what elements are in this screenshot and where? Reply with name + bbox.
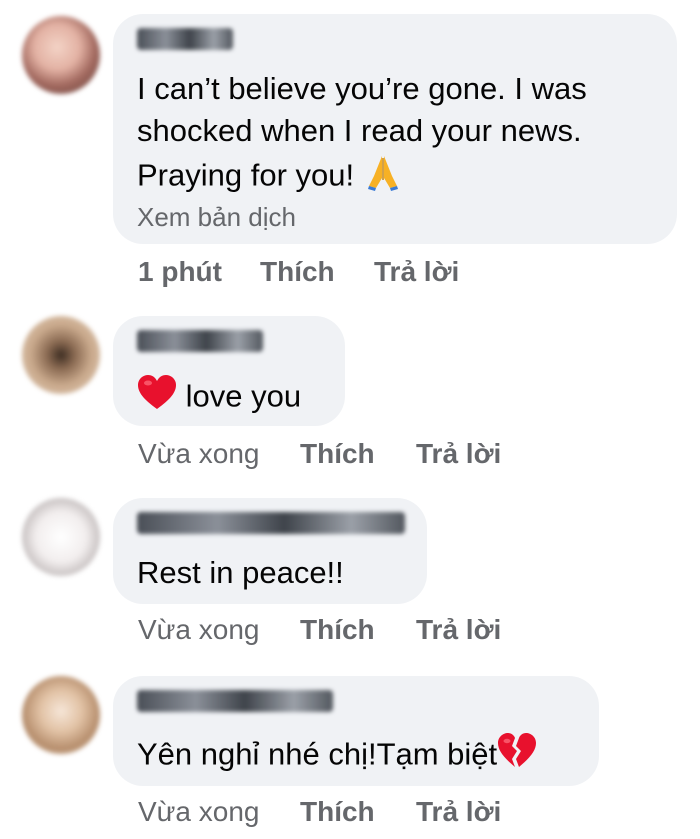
timestamp[interactable]: Vừa xong <box>138 438 260 470</box>
like-button[interactable]: Thích <box>260 256 335 288</box>
avatar[interactable] <box>22 316 100 394</box>
see-translation-link[interactable]: Xem bản dịch <box>137 202 296 233</box>
broken-heart-icon <box>497 732 537 781</box>
comment-text-line: love you <box>137 374 301 423</box>
comment-text-line: shocked when I read your news. <box>137 113 582 148</box>
like-button[interactable]: Thích <box>300 614 375 646</box>
comment-bubble: love you <box>113 316 345 426</box>
author-name-blurred[interactable] <box>137 512 405 534</box>
reply-button[interactable]: Trả lời <box>416 614 501 646</box>
comment-text-fragment: Praying for you! <box>137 157 355 193</box>
comment-bubble: Rest in peace!! <box>113 498 427 604</box>
avatar[interactable] <box>22 16 100 94</box>
timestamp[interactable]: 1 phút <box>138 256 222 288</box>
comment-text-line: Praying for you! <box>137 152 403 203</box>
comment-bubble: Yên nghỉ nhé chị!Tạm biệt <box>113 676 599 786</box>
timestamp[interactable]: Vừa xong <box>138 796 260 828</box>
reply-button[interactable]: Trả lời <box>416 796 501 828</box>
comment-text-line: I can’t believe you’re gone. I was <box>137 71 587 106</box>
comment-text-line: Yên nghỉ nhé chị!Tạm biệt <box>137 732 537 781</box>
author-name-blurred[interactable] <box>137 690 333 712</box>
avatar[interactable] <box>22 498 100 576</box>
like-button[interactable]: Thích <box>300 438 375 470</box>
red-heart-icon <box>137 374 177 423</box>
author-name-blurred[interactable] <box>137 28 233 50</box>
comment-text-fragment: love you <box>185 378 302 414</box>
folded-hands-icon <box>363 152 403 203</box>
comment-bubble: I can’t believe you’re gone. I was shock… <box>113 14 677 244</box>
author-name-blurred[interactable] <box>137 330 263 352</box>
comment-text-fragment: Yên nghỉ nhé chị!Tạm biệt <box>137 736 498 772</box>
reply-button[interactable]: Trả lời <box>416 438 501 470</box>
timestamp[interactable]: Vừa xong <box>138 614 260 646</box>
avatar[interactable] <box>22 676 100 754</box>
like-button[interactable]: Thích <box>300 796 375 828</box>
comment-text-line: Rest in peace!! <box>137 555 344 590</box>
reply-button[interactable]: Trả lời <box>374 256 459 288</box>
